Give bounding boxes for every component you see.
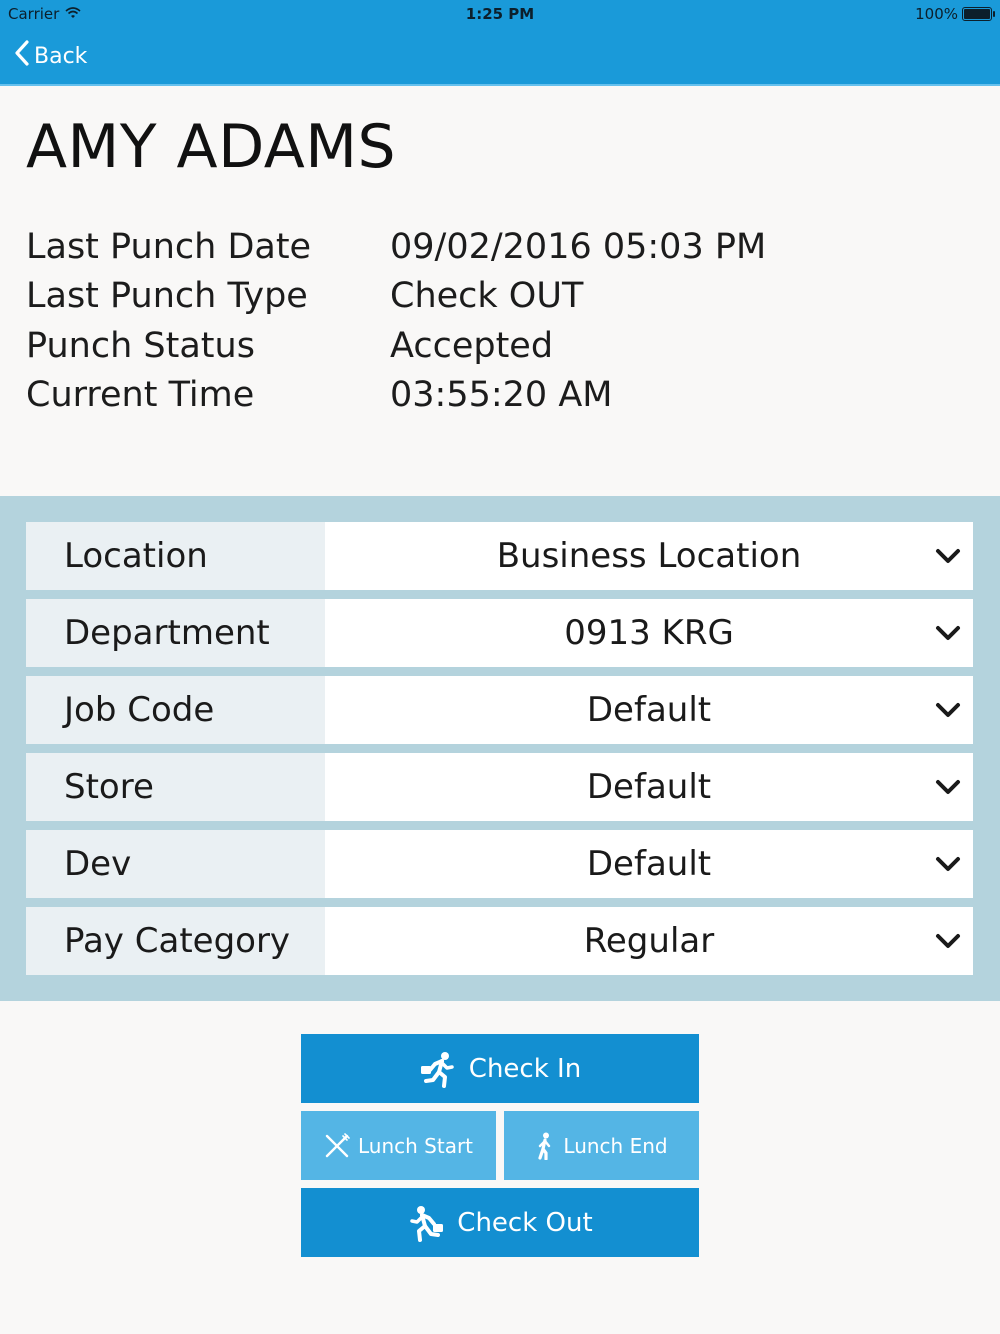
- selector-label: Department: [26, 599, 325, 667]
- info-label: Last Punch Type: [26, 276, 308, 317]
- lunch-end-label: Lunch End: [563, 1133, 668, 1158]
- battery-info: 100%: [915, 5, 995, 23]
- department-dropdown[interactable]: 0913 KRG: [325, 599, 973, 667]
- chevron-down-icon: [936, 857, 960, 871]
- selector-row-pay-category: Pay Category Regular: [26, 907, 973, 975]
- nav-bar: Back: [0, 28, 1000, 86]
- chevron-down-icon: [936, 626, 960, 640]
- selector-label: Location: [26, 522, 325, 590]
- battery-label: 100%: [915, 5, 958, 23]
- info-value: 03:55:20 AM: [390, 375, 613, 416]
- info-value: 09/02/2016 05:03 PM: [390, 226, 767, 267]
- check-in-label: Check In: [468, 1053, 582, 1084]
- info-value: Accepted: [390, 325, 554, 366]
- lunch-start-button[interactable]: Lunch Start: [301, 1111, 496, 1180]
- walking-person-icon: [538, 1132, 551, 1160]
- chevron-down-icon: [936, 549, 960, 563]
- selector-row-dev: Dev Default: [26, 830, 973, 898]
- status-time: 1:25 PM: [465, 5, 535, 23]
- selector-row-store: Store Default: [26, 753, 973, 821]
- selector-value: Regular: [583, 921, 715, 961]
- selector-panel: Location Business Location Department 09…: [0, 496, 1000, 1001]
- dev-dropdown[interactable]: Default: [325, 830, 973, 898]
- selector-label: Pay Category: [26, 907, 325, 975]
- info-row-last-punch-date: Last Punch Date 09/02/2016 05:03 PM: [26, 222, 766, 272]
- info-row-current-time: Current Time 03:55:20 AM: [26, 371, 766, 421]
- selector-row-department: Department 0913 KRG: [26, 599, 973, 667]
- store-dropdown[interactable]: Default: [325, 753, 973, 821]
- fork-knife-icon: [325, 1132, 350, 1157]
- job-code-dropdown[interactable]: Default: [325, 676, 973, 744]
- punch-info: Last Punch Date 09/02/2016 05:03 PM Last…: [26, 222, 766, 420]
- chevron-down-icon: [936, 703, 960, 717]
- check-out-button[interactable]: Check Out: [301, 1188, 699, 1257]
- selector-value: Default: [586, 767, 712, 807]
- pay-category-dropdown[interactable]: Regular: [325, 907, 973, 975]
- running-person-icon: [420, 1051, 454, 1088]
- running-person-icon: [410, 1205, 444, 1242]
- info-label: Punch Status: [26, 325, 255, 366]
- status-bar: Carrier 1:25 PM 100%: [0, 0, 1000, 28]
- lunch-end-button[interactable]: Lunch End: [504, 1111, 699, 1180]
- chevron-left-icon: [14, 40, 30, 72]
- lunch-start-label: Lunch Start: [357, 1133, 474, 1158]
- check-out-label: Check Out: [457, 1207, 593, 1238]
- chevron-down-icon: [936, 780, 960, 794]
- info-row-last-punch-type: Last Punch Type Check OUT: [26, 272, 766, 322]
- selector-label: Dev: [26, 830, 325, 898]
- info-label: Current Time: [26, 375, 255, 416]
- info-value: Check OUT: [390, 276, 584, 317]
- selector-value: Business Location: [496, 536, 802, 576]
- battery-icon: [962, 7, 995, 21]
- selector-label: Store: [26, 753, 325, 821]
- employee-name: AMY ADAMS: [26, 112, 397, 182]
- selector-value: 0913 KRG: [564, 613, 734, 653]
- back-button[interactable]: Back: [14, 40, 87, 72]
- info-row-punch-status: Punch Status Accepted: [26, 321, 766, 371]
- selector-label: Job Code: [26, 676, 325, 744]
- selector-row-job-code: Job Code Default: [26, 676, 973, 744]
- location-dropdown[interactable]: Business Location: [325, 522, 973, 590]
- info-label: Last Punch Date: [26, 226, 312, 267]
- chevron-down-icon: [936, 934, 960, 948]
- check-in-button[interactable]: Check In: [301, 1034, 699, 1103]
- selector-row-location: Location Business Location: [26, 522, 973, 590]
- back-label: Back: [34, 43, 88, 69]
- selector-value: Default: [586, 844, 712, 884]
- selector-value: Default: [586, 690, 712, 730]
